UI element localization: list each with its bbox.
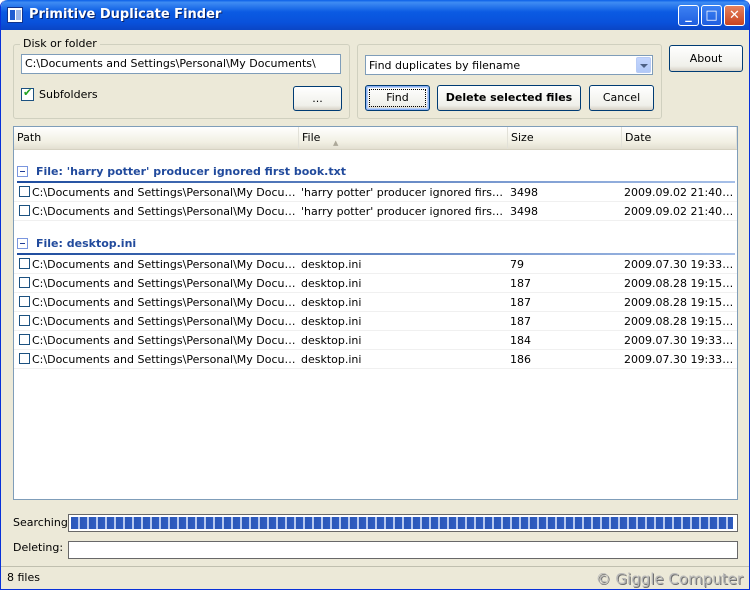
subfolders-checkbox[interactable]: ✔ xyxy=(21,86,34,101)
cell-date: 2009.09.02 21:40:27 xyxy=(624,186,736,199)
cell-file: desktop.ini xyxy=(301,315,362,328)
deleting-label: Deleting: xyxy=(13,541,64,554)
searching-label: Searching: xyxy=(13,516,72,529)
table-row[interactable]: C:\Documents and Settings\Personal\My Do… xyxy=(14,293,737,312)
collapse-icon[interactable] xyxy=(17,238,28,249)
cell-path: C:\Documents and Settings\Personal\My Do… xyxy=(32,334,297,347)
cancel-button[interactable]: Cancel xyxy=(589,85,654,111)
app-window: Primitive Duplicate Finder _ □ ✕ Disk or… xyxy=(0,0,750,590)
minimize-icon: _ xyxy=(685,8,692,23)
cell-date: 2009.07.30 19:33:17 xyxy=(624,353,736,366)
cell-file: desktop.ini xyxy=(301,258,362,271)
cell-file: desktop.ini xyxy=(301,296,362,309)
folder-path-input[interactable]: C:\Documents and Settings\Personal\My Do… xyxy=(21,54,341,74)
delete-selected-button[interactable]: Delete selected files xyxy=(437,85,581,111)
row-checkbox[interactable] xyxy=(19,315,30,326)
column-header-size[interactable]: Size xyxy=(508,127,622,149)
cell-path: C:\Documents and Settings\Personal\My Do… xyxy=(32,186,297,199)
table-row[interactable]: C:\Documents and Settings\Personal\My Do… xyxy=(14,183,737,202)
chevron-down-icon[interactable] xyxy=(636,57,651,73)
minimize-button[interactable]: _ xyxy=(678,5,699,26)
cell-size: 3498 xyxy=(510,205,538,218)
cell-date: 2009.09.02 21:40:27 xyxy=(624,205,736,218)
row-checkbox[interactable] xyxy=(19,353,30,364)
list-header: Path File ▲ Size Date xyxy=(14,127,737,150)
cell-path: C:\Documents and Settings\Personal\My Do… xyxy=(32,296,297,309)
column-header-date[interactable]: Date xyxy=(622,127,737,149)
cell-size: 187 xyxy=(510,315,531,328)
app-icon[interactable] xyxy=(7,7,23,23)
column-header-path[interactable]: Path xyxy=(14,127,299,149)
cell-size: 184 xyxy=(510,334,531,347)
row-checkbox[interactable] xyxy=(19,296,30,307)
cell-date: 2009.07.30 19:33:17 xyxy=(624,334,736,347)
subfolders-label: Subfolders xyxy=(39,88,98,101)
maximize-button[interactable]: □ xyxy=(701,5,722,26)
column-header-file-label: File xyxy=(302,131,321,144)
cell-path: C:\Documents and Settings\Personal\My Do… xyxy=(32,205,297,218)
cell-path: C:\Documents and Settings\Personal\My Do… xyxy=(32,277,297,290)
window-title: Primitive Duplicate Finder xyxy=(29,7,222,22)
cell-size: 187 xyxy=(510,296,531,309)
row-checkbox[interactable] xyxy=(19,334,30,345)
cell-size: 187 xyxy=(510,277,531,290)
table-row[interactable]: C:\Documents and Settings\Personal\My Do… xyxy=(14,312,737,331)
close-button[interactable]: ✕ xyxy=(724,5,745,26)
table-row[interactable]: C:\Documents and Settings\Personal\My Do… xyxy=(14,255,737,274)
cell-date: 2009.07.30 19:33:16 xyxy=(624,258,736,271)
cell-size: 79 xyxy=(510,258,524,271)
cell-file: 'harry potter' producer ignored first bo… xyxy=(301,205,506,218)
status-bar: 8 files © Giggle Computer xyxy=(1,566,749,589)
cell-file: desktop.ini xyxy=(301,277,362,290)
group-header[interactable]: File: 'harry potter' producer ignored fi… xyxy=(17,163,735,183)
table-row[interactable]: C:\Documents and Settings\Personal\My Do… xyxy=(14,202,737,221)
watermark: © Giggle Computer xyxy=(595,570,743,588)
deleting-progress xyxy=(68,541,738,559)
cell-size: 186 xyxy=(510,353,531,366)
cell-path: C:\Documents and Settings\Personal\My Do… xyxy=(32,315,297,328)
group-header[interactable]: File: desktop.ini xyxy=(17,235,735,255)
cell-date: 2009.08.28 19:15:54 xyxy=(624,277,736,290)
search-mode-value: Find duplicates by filename xyxy=(369,59,521,72)
searching-progress xyxy=(68,514,738,532)
row-checkbox[interactable] xyxy=(19,186,30,197)
row-checkbox[interactable] xyxy=(19,277,30,288)
find-button[interactable]: Find xyxy=(365,85,430,111)
results-list[interactable]: Path File ▲ Size Date File: 'harry potte… xyxy=(13,126,738,500)
browse-button[interactable]: ... xyxy=(293,86,342,111)
title-bar[interactable]: Primitive Duplicate Finder _ □ ✕ xyxy=(1,0,749,30)
table-row[interactable]: C:\Documents and Settings\Personal\My Do… xyxy=(14,331,737,350)
cell-path: C:\Documents and Settings\Personal\My Do… xyxy=(32,258,297,271)
group-title: File: 'harry potter' producer ignored fi… xyxy=(36,165,346,178)
focus-rect xyxy=(369,89,426,107)
cell-file: desktop.ini xyxy=(301,353,362,366)
table-row[interactable]: C:\Documents and Settings\Personal\My Do… xyxy=(14,350,737,369)
about-button[interactable]: About xyxy=(669,45,743,72)
maximize-icon: □ xyxy=(705,8,718,23)
row-checkbox[interactable] xyxy=(19,258,30,269)
table-row[interactable]: C:\Documents and Settings\Personal\My Do… xyxy=(14,274,737,293)
group-title: File: desktop.ini xyxy=(36,237,137,250)
cell-file: 'harry potter' producer ignored first bo… xyxy=(301,186,506,199)
row-checkbox[interactable] xyxy=(19,205,30,216)
searching-progress-fill xyxy=(71,517,733,529)
cell-path: C:\Documents and Settings\Personal\My Do… xyxy=(32,353,297,366)
cell-date: 2009.08.28 19:15:54 xyxy=(624,315,736,328)
column-header-file[interactable]: File ▲ xyxy=(299,127,508,149)
cell-date: 2009.08.28 19:15:54 xyxy=(624,296,736,309)
cell-file: desktop.ini xyxy=(301,334,362,347)
checkmark-icon: ✔ xyxy=(23,86,33,99)
cell-size: 3498 xyxy=(510,186,538,199)
sort-ascending-icon: ▲ xyxy=(333,139,339,147)
close-icon: ✕ xyxy=(729,8,740,23)
collapse-icon[interactable] xyxy=(17,166,28,177)
search-mode-select[interactable]: Find duplicates by filename xyxy=(365,55,653,75)
file-count: 8 files xyxy=(7,571,40,584)
group-legend: Disk or folder xyxy=(20,37,100,50)
